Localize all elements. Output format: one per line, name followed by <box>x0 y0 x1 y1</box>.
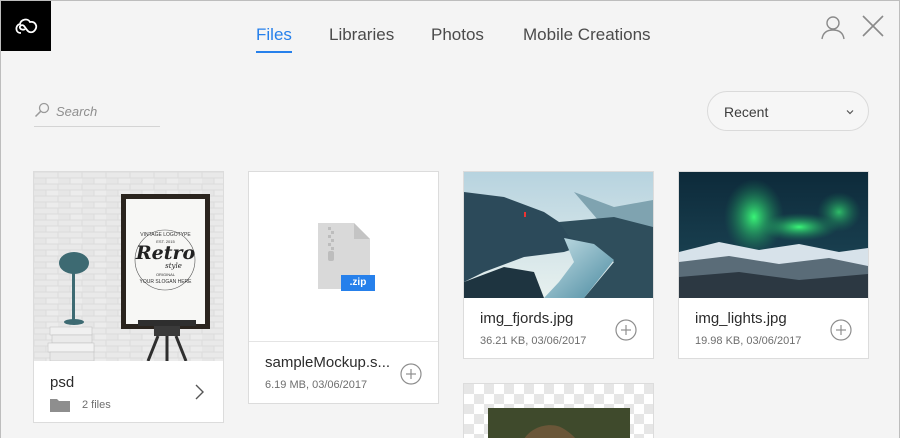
close-icon[interactable] <box>861 13 885 39</box>
tab-files[interactable]: Files <box>256 25 292 53</box>
chevron-right-icon[interactable] <box>193 384 205 400</box>
folder-thumbnail: VINTAGE LOGOTYPE EST. 2015 Retro style O… <box>34 172 223 361</box>
image-thumbnail <box>464 172 653 298</box>
tab-mobile-creations[interactable]: Mobile Creations <box>523 25 651 45</box>
file-name: psd <box>50 374 75 391</box>
poster-line-1: VINTAGE LOGOTYPE <box>140 232 191 238</box>
folder-icon <box>50 397 70 412</box>
file-name: img_lights.jpg <box>695 310 787 327</box>
add-circle-icon[interactable] <box>615 319 637 341</box>
chevron-down-icon <box>844 105 856 117</box>
tab-photos[interactable]: Photos <box>431 25 484 45</box>
poster-line-5: ORIGINAL <box>155 272 176 277</box>
file-card-zip[interactable]: .zip sampleMockup.s... 6.19 MB, 03/06/20… <box>248 171 439 404</box>
user-profile-icon[interactable] <box>819 13 847 41</box>
file-card-psd-folder[interactable]: VINTAGE LOGOTYPE EST. 2015 Retro style O… <box>33 171 224 423</box>
file-name: sampleMockup.s... <box>265 354 391 371</box>
zip-badge: .zip <box>341 275 375 291</box>
file-meta: 36.21 KB, 03/06/2017 <box>480 335 587 347</box>
file-name: img_fjords.jpg <box>480 310 574 327</box>
search-icon <box>34 102 50 118</box>
app-window: Files Libraries Photos Mobile Creations … <box>0 0 900 438</box>
image-thumbnail <box>464 384 653 438</box>
poster-line-4: style <box>165 262 182 270</box>
file-meta: 6.19 MB, 03/06/2017 <box>265 379 368 391</box>
image-thumbnail <box>679 172 868 298</box>
poster-line-3: Retro <box>135 242 196 264</box>
poster-line-6: YOUR SLOGAN HERE <box>139 279 192 285</box>
file-card-fjords[interactable]: img_fjords.jpg 36.21 KB, 03/06/2017 <box>463 171 654 359</box>
zip-thumbnail: .zip <box>249 172 438 342</box>
add-circle-icon[interactable] <box>830 319 852 341</box>
file-meta: 19.98 KB, 03/06/2017 <box>695 335 802 347</box>
top-nav-tabs: Files Libraries Photos Mobile Creations <box>1 25 900 55</box>
add-circle-icon[interactable] <box>400 363 422 385</box>
sort-selected-label: Recent <box>724 104 769 120</box>
file-card-image[interactable] <box>463 383 654 438</box>
file-meta: 2 files <box>82 399 111 411</box>
search-input[interactable] <box>56 102 156 120</box>
file-card-lights[interactable]: img_lights.jpg 19.98 KB, 03/06/2017 <box>678 171 869 359</box>
sort-dropdown[interactable]: Recent <box>707 91 869 131</box>
tab-libraries[interactable]: Libraries <box>329 25 394 45</box>
search-field <box>34 97 160 127</box>
